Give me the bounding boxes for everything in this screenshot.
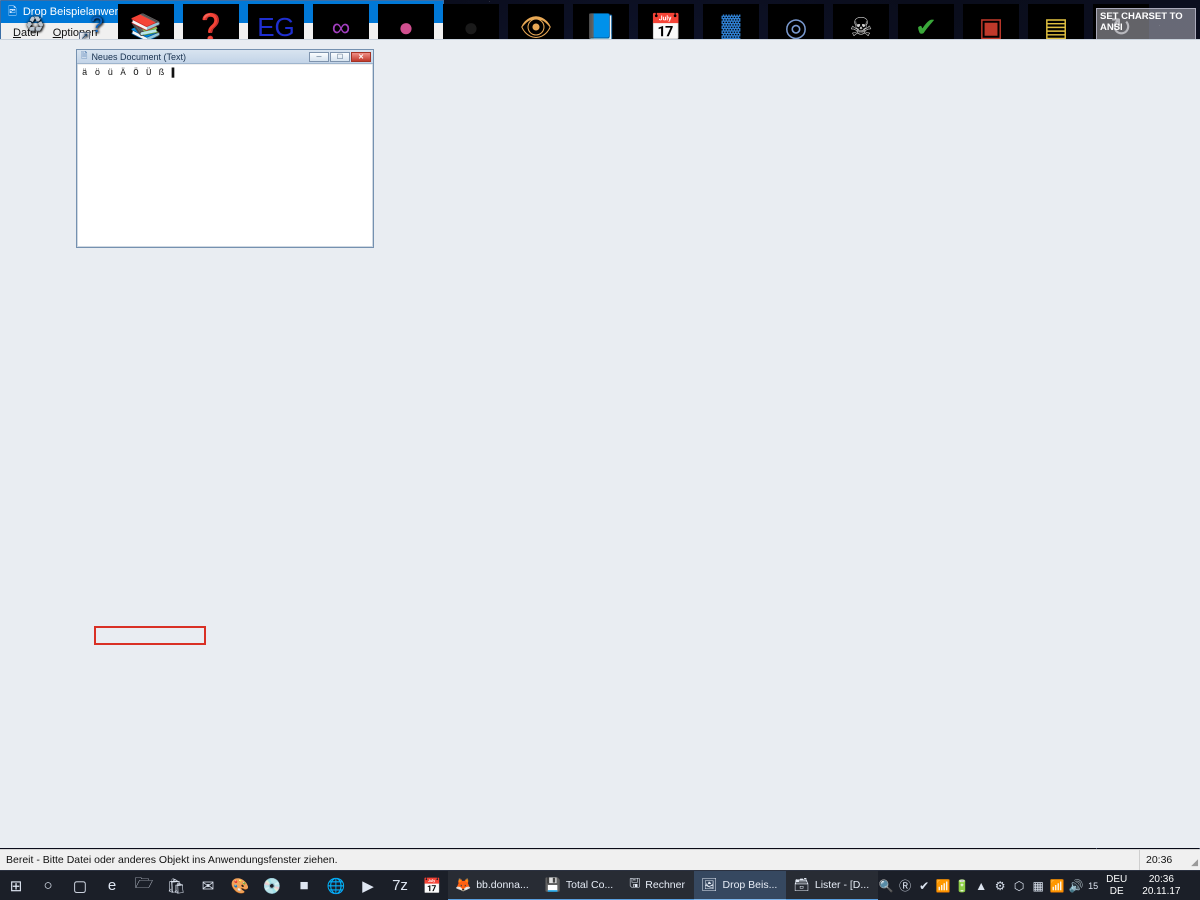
recycle-bin-icon: ♻ — [18, 8, 52, 42]
language-line2: DE — [1106, 886, 1127, 898]
doc-help-icon: ❓ — [195, 14, 227, 40]
box-icon[interactable]: ⬡ — [1011, 879, 1027, 893]
clock-time: 20:36 — [1142, 874, 1180, 886]
lister-icon: 🗃 — [793, 877, 810, 893]
poster-icon: ▤ — [1044, 14, 1069, 40]
books-icon: 📚 — [130, 14, 162, 40]
clock-date: 20.11.17 — [1142, 886, 1180, 898]
store-icon[interactable]: 🛍 — [160, 871, 192, 900]
taskbar-system-icons[interactable]: ⊞○▢e🗁🛍✉🎨💿■🌐▶7z📅 — [0, 871, 448, 900]
language-indicator[interactable]: DEU DE — [1102, 874, 1131, 898]
signal-icon[interactable]: 📶 — [935, 879, 951, 893]
edge-icon[interactable]: e — [96, 871, 128, 900]
resize-grip-icon[interactable]: ◢ — [1191, 857, 1198, 868]
mdi-window-buttons[interactable]: ─ ☐ ✕ — [309, 52, 373, 62]
taskbar-task-label: Total Co... — [566, 879, 613, 891]
help-question-icon: ? — [80, 8, 114, 42]
paint-icon[interactable]: 🎨 — [224, 871, 256, 900]
drop-app-icon: 🖼 — [701, 877, 718, 893]
shield-check-icon: ✔ — [915, 14, 937, 40]
ccleaner-note-text: SET CHARSET TO ANSI — [1100, 11, 1192, 33]
taskbar-tasks[interactable]: 🦊 bb.donna... 💾 Total Co... 🖫 Rechner 🖼 Drop Be… — [448, 871, 878, 900]
color-wheel-icon: ● — [398, 14, 414, 40]
task-view-icon[interactable]: ▢ — [64, 871, 96, 900]
taskbar-task-calculator-icon[interactable]: 🖫 Rechner — [622, 871, 694, 900]
firefox-icon: 🦊 — [455, 877, 471, 893]
dark-circle-icon: ● — [463, 14, 479, 40]
taskbar-task-label: bb.donna... — [476, 879, 529, 891]
sevenzip-icon[interactable]: 7z — [384, 871, 416, 900]
calendar-icon[interactable]: 📅 — [416, 871, 448, 900]
drop-app-window[interactable]: 🖻 Drop Beispielanwendung ‒ ☐ ✕ DateiOpti… — [0, 0, 444, 292]
matrix-icon: ▓ — [722, 14, 741, 40]
document-icon: 🗎 — [81, 50, 87, 64]
total-commander-icon: 💾 — [545, 877, 561, 893]
mail-icon[interactable]: ✉ — [192, 871, 224, 900]
sync-icon[interactable]: ⚙ — [992, 879, 1008, 893]
mdi-titlebar[interactable]: 🗎 Neues Document (Text) ─ ☐ ✕ — [77, 50, 373, 64]
system-tray[interactable]: 🔍Ⓡ✔📶🔋▲⚙⬡▦📶🔊 15 DEU DE 20:36 20.11.17 🗨 — [878, 871, 1200, 900]
antivirus-icon[interactable]: Ⓡ — [897, 877, 913, 894]
mdi-title: Neues Document (Text) — [91, 52, 186, 62]
taskbar-clock[interactable]: 20:36 20.11.17 — [1135, 874, 1187, 898]
visual-studio-icon: ∞ — [332, 14, 351, 40]
drop-statusbar: Bereit - Bitte Datei oder anderes Objekt… — [0, 849, 1200, 870]
taskbar-task-label: Lister - [D... — [815, 879, 869, 891]
console-icon[interactable]: ■ — [288, 871, 320, 900]
vlc-icon[interactable]: ▲ — [973, 879, 989, 893]
action-center-icon[interactable]: 🗨 — [1191, 871, 1200, 900]
mdi-close-button[interactable]: ✕ — [351, 52, 371, 62]
taskbar-task-label: Rechner — [645, 879, 685, 891]
mdi-minimize-button[interactable]: ─ — [309, 52, 329, 62]
language-line1: DEU — [1106, 874, 1127, 886]
tray-count: 15 — [1088, 881, 1098, 891]
radar-icon: ◎ — [785, 14, 808, 40]
wifi-icon[interactable]: 📶 — [1049, 879, 1065, 893]
eye-icon: 👁 — [519, 14, 552, 40]
start-icon[interactable]: ⊞ — [0, 871, 32, 900]
taskbar[interactable]: ⊞○▢e🗁🛍✉🎨💿■🌐▶7z📅 🦊 bb.donna... 💾 Total Co...… — [0, 870, 1200, 900]
mdi-child-window[interactable]: 🗎 Neues Document (Text) ─ ☐ ✕ ä ö ü Ä Ö … — [76, 49, 374, 248]
tray-icons[interactable]: 🔍Ⓡ✔📶🔋▲⚙⬡▦📶🔊 — [878, 877, 1084, 894]
blue-grid-icon[interactable]: ▦ — [1030, 879, 1046, 893]
taskbar-task-total-commander-icon[interactable]: 💾 Total Co... — [538, 871, 622, 900]
search-tray-icon[interactable]: 🔍 — [878, 879, 894, 893]
cortana-search-icon[interactable]: ○ — [32, 871, 64, 900]
eg-circle-icon: EG — [257, 14, 295, 40]
volume-icon[interactable]: 🔊 — [1068, 879, 1084, 893]
battery-icon[interactable]: 🔋 — [954, 879, 970, 893]
skull-icon: ☠ — [849, 14, 872, 40]
help-books-icon: 📘 — [585, 14, 617, 40]
mdi-maximize-button[interactable]: ☐ — [330, 52, 350, 62]
shield-icon[interactable]: ✔ — [916, 879, 932, 893]
taskbar-task-drop-app-icon[interactable]: 🖼 Drop Beis... — [694, 871, 786, 900]
taskbar-task-firefox-icon[interactable]: 🦊 bb.donna... — [448, 871, 538, 900]
taskbar-task-label: Drop Beis... — [723, 879, 778, 891]
globe-icon[interactable]: 🌐 — [320, 871, 352, 900]
red-app-icon: ▣ — [979, 14, 1004, 40]
drop-status-text: Bereit - Bitte Datei oder anderes Objekt… — [0, 850, 1140, 871]
media-icon[interactable]: ▶ — [352, 871, 384, 900]
calendar-icon: 📅 — [650, 14, 682, 40]
disc-icon[interactable]: 💿 — [256, 871, 288, 900]
taskbar-task-lister-icon[interactable]: 🗃 Lister - [D... — [786, 871, 878, 900]
desktop[interactable]: 📚❓EG∞●●👁📘📅▓◎☠✔▣▤↻ ♻Papierkorb?XPPR🖥Diese… — [0, 0, 1200, 870]
mdi-text-editor[interactable]: ä ö ü Ä Ö Ü ß ▌ — [78, 65, 372, 246]
calculator-icon: 🖫 — [629, 874, 640, 896]
file-explorer-icon[interactable]: 🗁 — [128, 871, 160, 900]
